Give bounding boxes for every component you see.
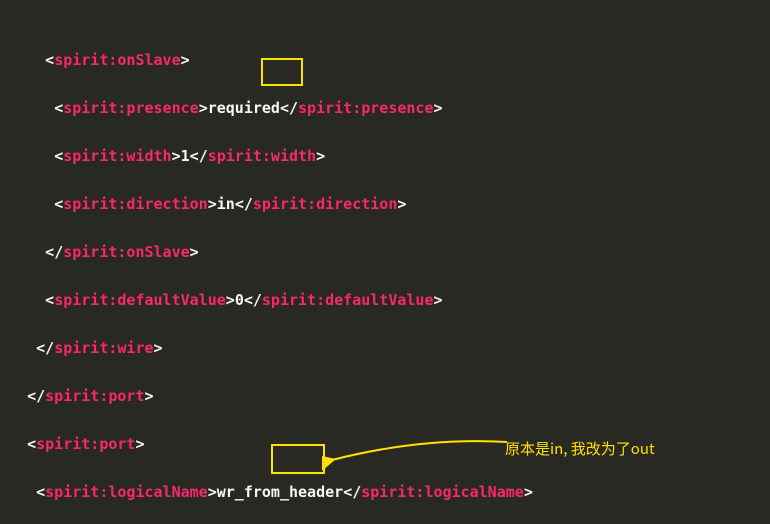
code-line: </spirit:wire> [0, 336, 770, 360]
text-logicalname: wr_from_header [217, 483, 343, 501]
code-line: <spirit:direction>in</spirit:direction> [0, 192, 770, 216]
text-required: required [208, 99, 280, 117]
punct-close: > [181, 51, 190, 69]
text-zero: 0 [235, 291, 244, 309]
code-line: <spirit:logicalName>wr_from_header</spir… [0, 480, 770, 504]
text-one: 1 [181, 147, 190, 165]
code-line: <spirit:onSlave> [0, 48, 770, 72]
punct-open: < [45, 51, 54, 69]
code-line: </spirit:onSlave> [0, 240, 770, 264]
text-in: in [217, 195, 235, 213]
code-line: <spirit:defaultValue>0</spirit:defaultVa… [0, 288, 770, 312]
annotation-text: 原本是in, 我改为了out [505, 437, 655, 461]
code-line: <spirit:width>1</spirit:width> [0, 144, 770, 168]
code-line: </spirit:port> [0, 384, 770, 408]
code-line: <spirit:presence>required</spirit:presen… [0, 96, 770, 120]
code-view: <spirit:onSlave> <spirit:presence>requir… [0, 0, 770, 524]
tag-onslave: spirit:onSlave [54, 51, 180, 69]
